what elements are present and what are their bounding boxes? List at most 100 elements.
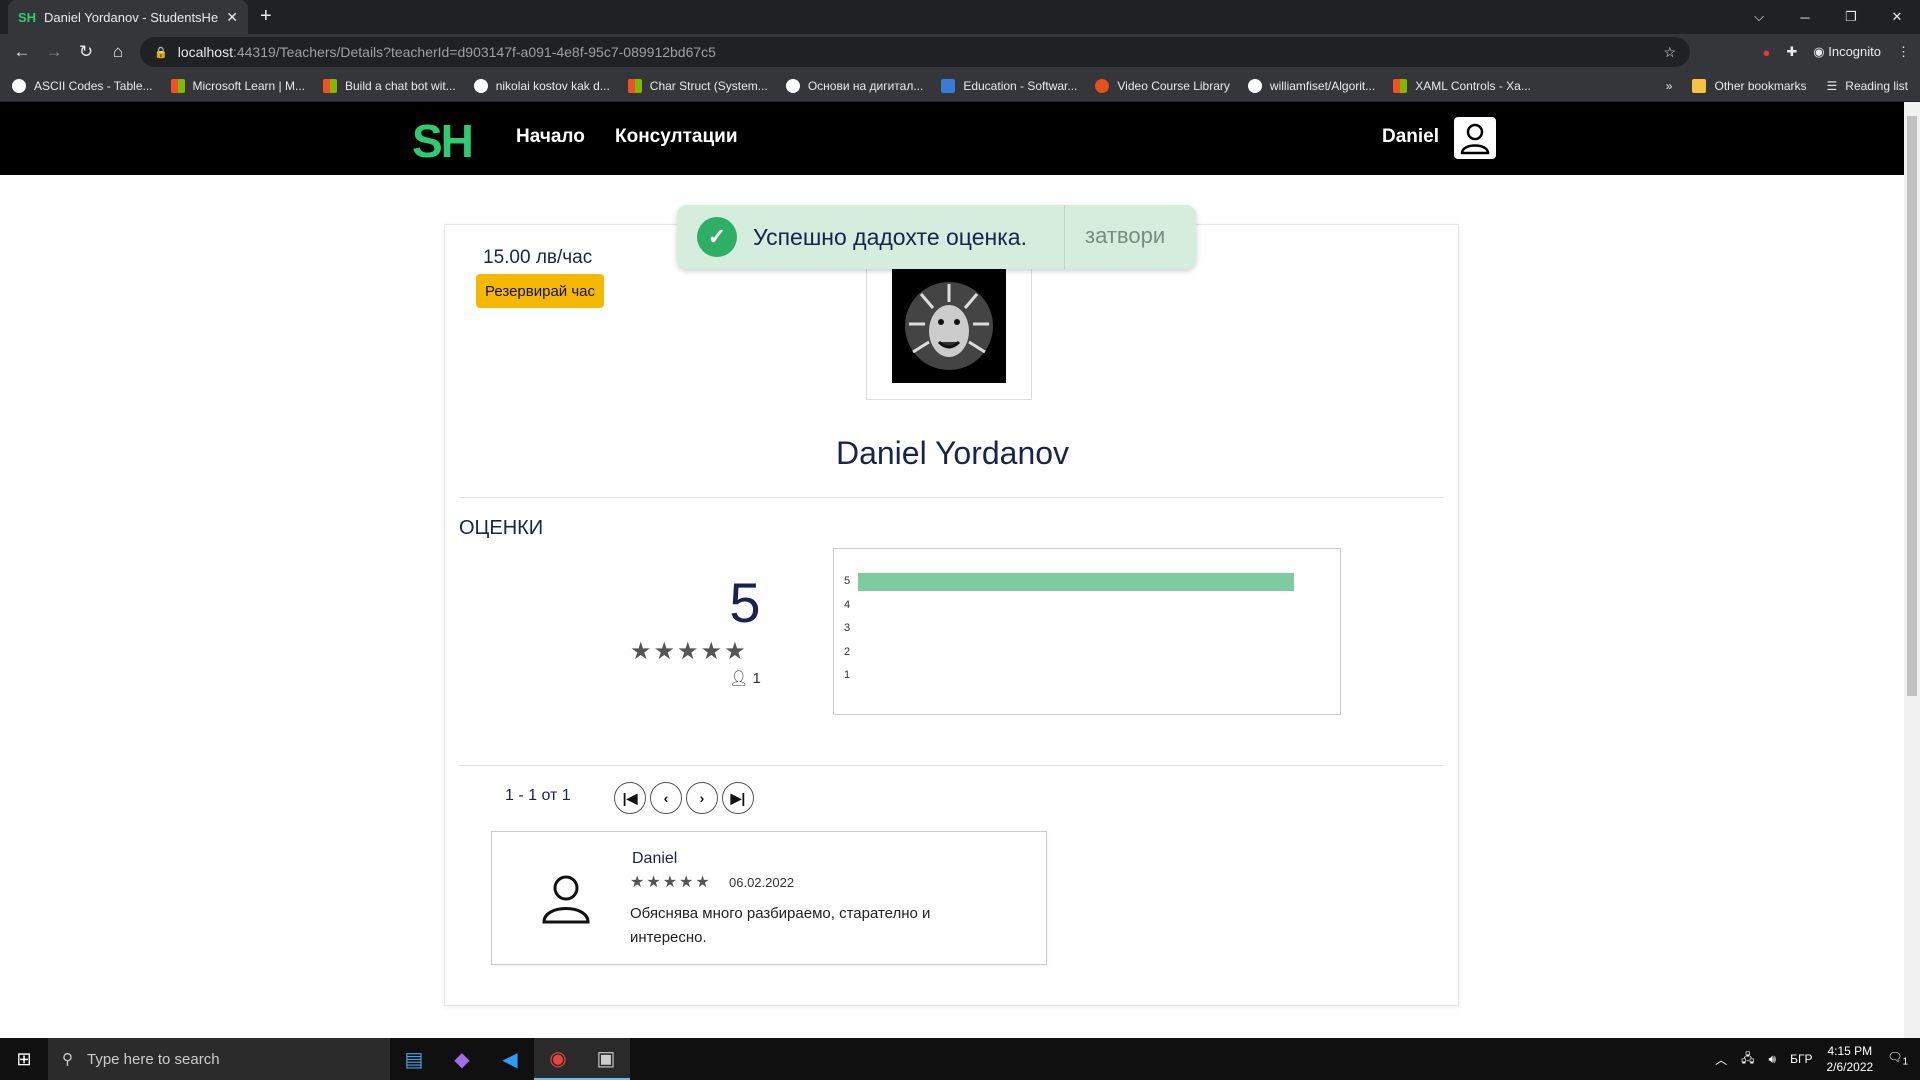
browser-tab[interactable]: SH Daniel Yordanov - StudentsHelpe ✕ <box>8 0 248 34</box>
nav-home[interactable]: Начало <box>516 126 585 148</box>
bookmark-item[interactable]: Education - Softwar... <box>941 78 1077 93</box>
incognito-profile[interactable]: ◉ Incognito <box>1813 44 1881 60</box>
prev-page-icon[interactable]: ‹ <box>650 782 682 814</box>
toast-close-button[interactable]: затвори <box>1085 223 1165 249</box>
page-scrollbar[interactable] <box>1904 102 1920 1038</box>
bookmark-star-icon[interactable]: ☆ <box>1663 44 1676 61</box>
tab-close-icon[interactable]: ✕ <box>226 9 238 26</box>
volume-icon[interactable]: 🔊︎ <box>1769 1052 1777 1067</box>
file-explorer-icon[interactable]: ▤ <box>390 1038 438 1080</box>
system-tray: ︿ 🖧︎ 🔊︎ БГР 4:15 PM 2/6/2022 🗨︎1 <box>1715 1038 1920 1080</box>
clock-time: 4:15 PM <box>1827 1044 1873 1058</box>
tab-search-icon[interactable]: ⌵ <box>1736 0 1782 34</box>
next-page-icon[interactable]: › <box>686 782 718 814</box>
bookmark-label: nikolai kostov kak d... <box>495 78 610 93</box>
teacher-price: 15.00 лв/час <box>483 247 593 268</box>
first-page-icon[interactable]: |◀ <box>614 782 646 814</box>
divider <box>459 497 1444 498</box>
notifications-icon[interactable]: 🗨︎1 <box>1887 1050 1908 1067</box>
star-icon: ★ <box>700 638 723 665</box>
back-icon[interactable]: ← <box>6 42 38 62</box>
toast-message: Успешно дадохте оценка. <box>753 223 1027 250</box>
bookmark-item[interactable]: Char Struct (System... <box>627 78 768 93</box>
average-stars: ★ ★ ★ ★ ★ <box>630 637 750 666</box>
close-window-button[interactable]: ✕ <box>1874 0 1920 34</box>
reading-list-icon: ☰ <box>1826 79 1838 93</box>
minimize-button[interactable]: ─ <box>1782 0 1828 34</box>
address-bar[interactable]: 🔒 localhost:44319/Teachers/Details?teach… <box>140 37 1690 67</box>
teacher-photo <box>892 269 1006 383</box>
reload-icon[interactable]: ↻ <box>70 42 102 62</box>
site-navbar: SH Начало Консултации Daniel <box>0 102 1904 175</box>
bookmark-item[interactable]: Microsoft Learn | M... <box>170 78 305 93</box>
tray-chevron-icon[interactable]: ︿ <box>1715 1051 1727 1068</box>
star-icon: ★ <box>724 638 746 665</box>
visual-studio-icon[interactable]: ◆ <box>438 1038 486 1080</box>
site-logo[interactable]: SH <box>412 114 474 168</box>
success-toast: ✓ Успешно дадохте оценка. затвори <box>677 205 1196 269</box>
profile-label: Incognito <box>1828 44 1881 59</box>
new-tab-button[interactable]: + <box>260 6 272 26</box>
clock[interactable]: 4:15 PM 2/6/2022 <box>1826 1043 1873 1075</box>
vscode-icon[interactable]: ◀ <box>486 1038 534 1080</box>
restore-button[interactable]: ❐ <box>1828 0 1874 34</box>
chart-tick-label: 1 <box>844 669 851 681</box>
extension-icon[interactable]: ● <box>1763 45 1771 60</box>
review-stars: ★ ★ ★ ★ ★ <box>630 872 710 892</box>
taskbar-search[interactable]: ⚲ Type here to search <box>48 1038 390 1080</box>
nav-consultations[interactable]: Консултации <box>615 126 738 148</box>
rating-distribution-chart: 5 4 3 2 1 <box>833 548 1341 715</box>
page-viewport: SH Начало Консултации Daniel 15.00 лв/ча… <box>0 102 1904 1038</box>
reviewer-avatar-icon <box>538 872 594 933</box>
bookmark-label: williamfiset/Algorit... <box>1269 78 1376 93</box>
bookmark-label: Build a chat bot wit... <box>344 78 456 93</box>
bookmark-item[interactable]: XAML Controls - Xa... <box>1393 78 1531 93</box>
user-name[interactable]: Daniel <box>1382 126 1439 148</box>
menu-kebab-icon[interactable]: ⋮ <box>1897 44 1910 60</box>
url-host: localhost <box>177 44 233 60</box>
chart-tick-label: 3 <box>844 622 851 634</box>
chart-tick-label: 4 <box>844 598 851 611</box>
network-icon[interactable]: 🖧︎ <box>1741 1049 1754 1070</box>
bookmark-label: XAML Controls - Xa... <box>1415 78 1531 93</box>
more-bookmarks-icon[interactable]: » <box>1666 79 1673 93</box>
clock-date: 2/6/2022 <box>1826 1060 1874 1074</box>
review-card: Daniel ★ ★ ★ ★ ★ 06.02.2022 Обяснява много р… <box>491 831 1047 965</box>
star-icon: ★ <box>695 874 710 891</box>
bookmark-item[interactable]: ASCII Codes - Table... <box>12 78 153 93</box>
bookmark-favicon-icon <box>170 78 185 93</box>
teacher-card: 15.00 лв/час Резервирай час Daniel Yorda… <box>444 224 1459 1006</box>
reviewer-name: Daniel <box>632 850 678 867</box>
extensions-puzzle-icon[interactable]: ✚ <box>1786 44 1797 60</box>
bookmark-favicon-icon <box>1247 78 1262 93</box>
bookmark-item[interactable]: Основи на дигитал... <box>785 78 924 93</box>
url-path: :44319/Teachers/Details?teacherId=d90314… <box>232 44 716 60</box>
bookmark-item[interactable]: williamfiset/Algorit... <box>1247 78 1376 93</box>
folder-icon <box>1692 79 1707 93</box>
tab-favicon: SH <box>18 9 37 25</box>
bookmark-favicon-icon <box>1095 78 1110 93</box>
other-bookmarks[interactable]: Other bookmarks <box>1692 79 1807 93</box>
terminal-icon[interactable]: ▣ <box>582 1038 630 1080</box>
star-icon: ★ <box>677 638 699 665</box>
bookmark-item[interactable]: Build a chat bot wit... <box>322 78 456 93</box>
chrome-icon[interactable]: ◉ <box>534 1038 582 1080</box>
windows-start-icon[interactable]: ⊞ <box>0 1038 48 1080</box>
bookmark-item[interactable]: nikolai kostov kak d... <box>473 78 610 93</box>
bookmark-label: Основи на дигитал... <box>807 78 924 93</box>
bookmark-favicon-icon <box>627 78 642 93</box>
bookmark-item[interactable]: Video Course Library <box>1095 78 1230 93</box>
teacher-name: Daniel Yordanov <box>835 435 1070 471</box>
home-icon[interactable]: ⌂ <box>102 42 134 62</box>
bookmark-favicon-icon <box>1393 78 1408 93</box>
bookmark-favicon-icon <box>941 78 956 93</box>
forward-icon[interactable]: → <box>38 42 70 62</box>
user-avatar-icon[interactable] <box>1454 117 1496 159</box>
language-indicator[interactable]: БГР <box>1790 1052 1812 1066</box>
last-page-icon[interactable]: ▶| <box>722 782 754 814</box>
search-icon: ⚲ <box>62 1051 73 1068</box>
reading-list[interactable]: ☰ Reading list <box>1827 79 1908 93</box>
divider <box>459 765 1444 766</box>
reserve-button[interactable]: Резервирай час <box>476 274 604 308</box>
scrollbar-thumb[interactable] <box>1907 116 1917 696</box>
